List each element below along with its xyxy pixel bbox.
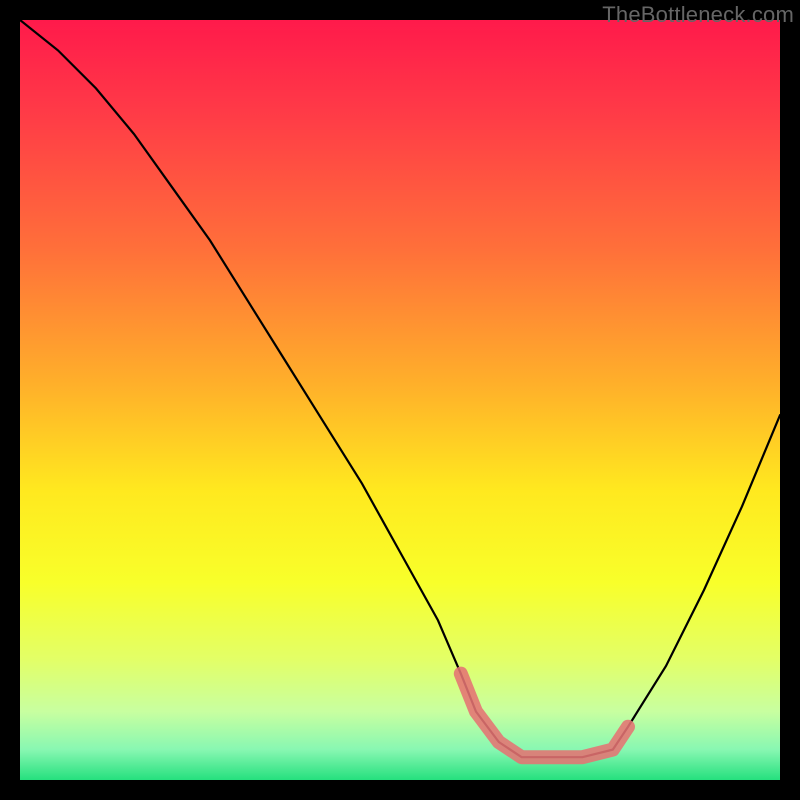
bottleneck-chart: [20, 20, 780, 780]
chart-frame: [20, 20, 780, 780]
watermark-text: TheBottleneck.com: [602, 2, 794, 28]
